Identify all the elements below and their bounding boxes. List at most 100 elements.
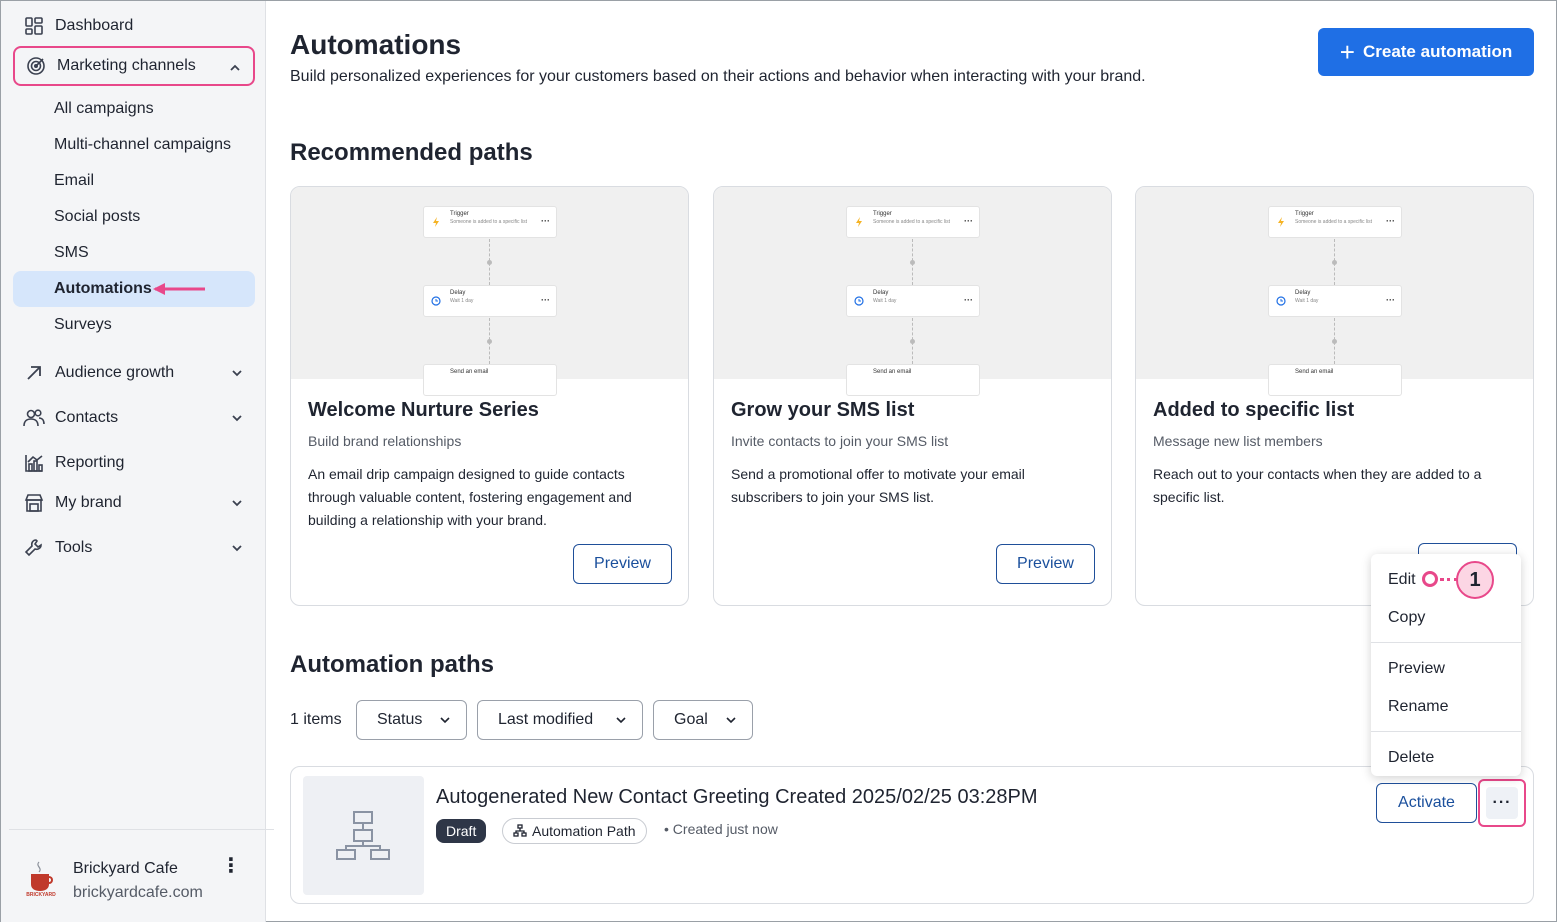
goal-filter[interactable]: Goal xyxy=(653,700,753,740)
nav-tools[interactable]: Tools xyxy=(13,528,255,568)
nav-dashboard-label: Dashboard xyxy=(55,17,134,34)
path-preview-thumbnail: Trigger Someone is added to a specific l… xyxy=(291,187,688,396)
menu-item-edit[interactable]: Edit xyxy=(1388,571,1416,589)
nav-sms[interactable]: SMS xyxy=(13,235,255,271)
connector-dot xyxy=(487,339,492,344)
card-description: An email drip campaign designed to guide… xyxy=(308,466,632,528)
delay-node-sub: Wait 1 day xyxy=(873,298,897,304)
recommended-card: Trigger Someone is added to a specific l… xyxy=(290,186,689,606)
card-subtitle: Build brand relationships xyxy=(308,433,462,449)
node-more-icon: ··· xyxy=(1386,216,1395,226)
nav-my-brand[interactable]: My brand xyxy=(13,483,255,523)
menu-divider xyxy=(1371,642,1521,643)
last-modified-filter-label: Last modified xyxy=(498,711,594,728)
nav-contacts[interactable]: Contacts xyxy=(13,398,255,438)
nav-contacts-label: Contacts xyxy=(55,409,119,426)
last-modified-filter[interactable]: Last modified xyxy=(477,700,643,740)
more-vertical-icon[interactable]: ⋮ xyxy=(221,856,241,886)
trigger-node: Trigger Someone is added to a specific l… xyxy=(846,206,980,238)
delay-node: Delay Wait 1 day ··· xyxy=(423,285,557,317)
status-filter-label: Status xyxy=(377,711,423,728)
preview-button[interactable]: Preview xyxy=(996,544,1095,584)
nav-reporting[interactable]: Reporting xyxy=(13,443,255,483)
send-node-label: Send an email xyxy=(1295,369,1334,375)
preview-button[interactable]: Preview xyxy=(573,544,672,584)
lightning-icon xyxy=(856,217,862,227)
page-subtitle: Build personalized experiences for your … xyxy=(290,68,1146,85)
recommended-card: Trigger Someone is added to a specific l… xyxy=(713,186,1112,606)
type-badge-label: Automation Path xyxy=(532,823,636,839)
nav-automations[interactable]: Automations xyxy=(13,271,255,307)
send-node-label: Send an email xyxy=(873,369,912,375)
nav-audience-growth[interactable]: Audience growth xyxy=(13,353,255,393)
activate-button[interactable]: Activate xyxy=(1376,783,1477,823)
automation-title[interactable]: Autogenerated New Contact Greeting Creat… xyxy=(436,786,1038,809)
nav-multi-channel-campaigns[interactable]: Multi-channel campaigns xyxy=(13,127,255,163)
menu-item-preview[interactable]: Preview xyxy=(1388,660,1445,678)
node-more-icon: ··· xyxy=(964,295,973,305)
delay-node: Delay Wait 1 day ··· xyxy=(1268,285,1402,317)
path-preview-thumbnail: Trigger Someone is added to a specific l… xyxy=(714,187,1111,396)
callout-pointer xyxy=(1422,571,1438,587)
account-switcher[interactable]: BRICKYARD Brickyard Cafe brickyardcafe.c… xyxy=(9,829,274,922)
dashboard-icon xyxy=(23,15,45,37)
menu-divider xyxy=(1371,731,1521,732)
automation-paths-title: Automation paths xyxy=(290,651,494,678)
connector-dot xyxy=(1332,260,1337,265)
trigger-node: Trigger Someone is added to a specific l… xyxy=(1268,206,1402,238)
node-more-icon: ··· xyxy=(1386,295,1395,305)
plus-icon: + xyxy=(1339,37,1355,67)
delay-node-sub: Wait 1 day xyxy=(1295,298,1319,304)
menu-item-copy[interactable]: Copy xyxy=(1388,609,1425,627)
card-title: Grow your SMS list xyxy=(731,399,915,421)
connector-dot xyxy=(910,339,915,344)
nav-social-posts[interactable]: Social posts xyxy=(13,199,255,235)
send-node: Send an email xyxy=(423,364,557,396)
lightning-icon xyxy=(1278,217,1284,227)
nav-dashboard[interactable]: Dashboard xyxy=(13,6,255,46)
trigger-node-label: Trigger xyxy=(450,211,469,217)
chevron-down-icon xyxy=(232,545,242,552)
nav-all-campaigns[interactable]: All campaigns xyxy=(13,91,255,127)
chevron-up-icon xyxy=(230,64,240,71)
actions-menu: Edit Copy Preview Rename Delete xyxy=(1371,554,1521,776)
nav-reporting-label: Reporting xyxy=(55,454,125,471)
nav-audience-growth-label: Audience growth xyxy=(55,364,175,381)
delay-node-label: Delay xyxy=(450,290,466,296)
nav-tools-label: Tools xyxy=(55,539,93,556)
send-node: Send an email xyxy=(1268,364,1402,396)
brand-logo: BRICKYARD xyxy=(26,861,56,898)
chevron-down-icon xyxy=(232,415,242,422)
node-more-icon: ··· xyxy=(964,216,973,226)
callout-number: 1 xyxy=(1456,561,1494,599)
nav-email[interactable]: Email xyxy=(13,163,255,199)
nav-surveys[interactable]: Surveys xyxy=(13,307,255,343)
target-icon xyxy=(25,55,47,77)
chevron-down-icon xyxy=(440,717,450,724)
automation-row[interactable]: Autogenerated New Contact Greeting Creat… xyxy=(290,766,1534,904)
more-actions-button[interactable]: ··· xyxy=(1478,779,1526,827)
path-preview-thumbnail: Trigger Someone is added to a specific l… xyxy=(1136,187,1533,396)
nav-marketing-channels[interactable]: Marketing channels xyxy=(13,46,255,86)
connector-dot xyxy=(487,260,492,265)
wrench-icon xyxy=(23,537,45,559)
created-text: Created just now xyxy=(672,821,778,837)
recommended-paths-title: Recommended paths xyxy=(290,139,533,166)
nav-my-brand-label: My brand xyxy=(55,494,122,511)
create-automation-label: Create automation xyxy=(1362,42,1513,61)
send-node-label: Send an email xyxy=(450,369,489,375)
storefront-icon xyxy=(23,492,45,514)
trigger-node-label: Trigger xyxy=(1295,211,1314,217)
more-horizontal-icon: ··· xyxy=(1486,787,1518,819)
create-automation-button[interactable]: + Create automation xyxy=(1318,28,1534,76)
menu-item-rename[interactable]: Rename xyxy=(1388,698,1448,716)
arrow-up-right-icon xyxy=(23,362,45,384)
send-node: Send an email xyxy=(846,364,980,396)
delay-node-sub: Wait 1 day xyxy=(450,298,474,304)
delay-node-label: Delay xyxy=(873,290,889,296)
page-title: Automations xyxy=(290,29,462,60)
status-filter[interactable]: Status xyxy=(356,700,467,740)
clock-icon xyxy=(1276,296,1286,306)
chevron-down-icon xyxy=(616,717,626,724)
menu-item-delete[interactable]: Delete xyxy=(1388,749,1434,767)
